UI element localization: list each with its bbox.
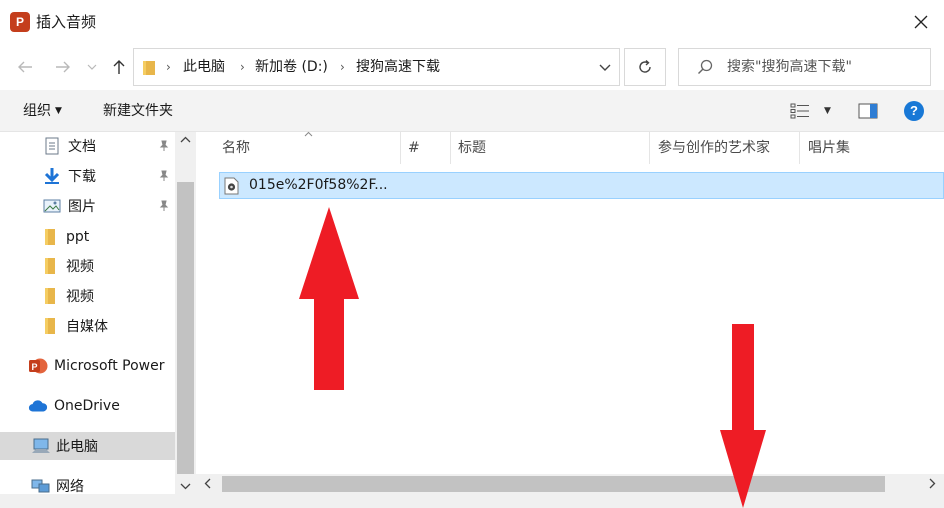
scrollbar-thumb[interactable] <box>177 182 194 474</box>
scroll-down-arrow-icon[interactable] <box>180 483 191 490</box>
back-button[interactable] <box>12 54 38 80</box>
nav-item-label: 文档 <box>68 139 96 155</box>
refresh-button[interactable] <box>624 48 666 86</box>
nav-item-label: 网络 <box>56 479 84 494</box>
pictures-icon <box>42 196 62 216</box>
caret-down-icon: ▼ <box>55 106 62 116</box>
column-header-contributing-artists[interactable]: 参与创作的艺术家 <box>650 132 800 164</box>
nav-item-label: 下载 <box>68 169 96 185</box>
download-icon <box>42 166 62 186</box>
nav-item-ppt[interactable]: ppt <box>0 223 175 251</box>
annotation-up-arrow-icon <box>299 207 359 390</box>
computer-icon <box>30 436 50 456</box>
scroll-right-arrow-icon[interactable] <box>929 478 936 489</box>
up-arrow-icon <box>113 60 125 74</box>
nav-item-videos-1[interactable]: 视频 <box>0 252 175 280</box>
new-folder-button[interactable]: 新建文件夹 <box>103 90 173 132</box>
navigation-pane: 文档 下载 图片 ppt 视频 视频 自媒体 P Microsoft Power… <box>0 132 196 494</box>
nav-item-label: 视频 <box>66 289 94 305</box>
folder-icon <box>40 227 60 247</box>
nav-item-we-media[interactable]: 自媒体 <box>0 312 175 340</box>
change-view-button[interactable]: ▼ <box>790 100 831 122</box>
nav-item-downloads[interactable]: 下载 <box>0 162 175 190</box>
breadcrumb-sogou-download[interactable]: 搜狗高速下载 <box>356 49 440 85</box>
close-icon <box>914 15 928 29</box>
scroll-up-arrow-icon[interactable] <box>180 136 191 143</box>
pin-icon <box>159 140 169 151</box>
scrollbar-thumb[interactable] <box>222 476 885 492</box>
breadcrumb-separator[interactable]: › <box>166 49 171 85</box>
chevron-down-icon <box>87 64 97 70</box>
annotation-down-arrow-icon <box>720 324 766 508</box>
address-bar[interactable]: › 此电脑 › 新加卷 (D:) › 搜狗高速下载 <box>133 48 620 86</box>
column-header-label: 名称 <box>222 140 250 156</box>
search-box[interactable] <box>678 48 931 86</box>
up-button[interactable] <box>106 54 132 80</box>
address-row: › 此电脑 › 新加卷 (D:) › 搜狗高速下载 <box>0 44 944 90</box>
breadcrumb-separator[interactable]: › <box>240 49 245 85</box>
back-arrow-icon <box>18 61 32 73</box>
recent-locations-button[interactable] <box>82 54 102 80</box>
preview-pane-button[interactable] <box>858 100 878 122</box>
navigation-pane-scrollbar[interactable] <box>175 132 196 494</box>
nav-item-label: ppt <box>66 229 90 245</box>
nav-item-network[interactable]: 网络 <box>0 472 175 494</box>
column-header-name[interactable]: 名称 <box>196 131 401 164</box>
forward-button[interactable] <box>50 54 76 80</box>
details-view-icon <box>790 103 809 119</box>
nav-item-label: 此电脑 <box>56 439 98 455</box>
powerpoint-app-icon: P <box>10 12 30 32</box>
folder-icon <box>143 61 155 75</box>
document-icon <box>42 136 62 156</box>
nav-item-label: 图片 <box>68 199 96 215</box>
nav-item-label: 视频 <box>66 259 94 275</box>
caret-down-icon: ▼ <box>824 106 831 116</box>
bottom-panel-edge <box>0 494 944 508</box>
close-button[interactable] <box>898 0 944 44</box>
help-button[interactable]: ? <box>904 101 924 121</box>
nav-item-label: OneDrive <box>54 398 120 414</box>
onedrive-icon <box>28 396 48 416</box>
nav-item-microsoft-powerpoint[interactable]: P Microsoft Power <box>0 352 175 380</box>
search-input[interactable] <box>727 49 925 85</box>
network-icon <box>30 476 50 494</box>
forward-arrow-icon <box>56 61 70 73</box>
scroll-left-arrow-icon[interactable] <box>204 478 211 489</box>
nav-item-pictures[interactable]: 图片 <box>0 192 175 220</box>
svg-text:P: P <box>31 362 37 372</box>
file-row[interactable]: 015e%2F0f58%2F... <box>219 172 944 199</box>
folder-icon <box>40 316 60 336</box>
nav-item-label: Microsoft Power <box>54 358 165 374</box>
title-bar: P 插入音频 <box>0 0 944 44</box>
folder-icon <box>40 256 60 276</box>
audio-file-icon <box>224 177 239 195</box>
pin-icon <box>159 170 169 181</box>
organize-label: 组织 <box>23 103 51 119</box>
file-name: 015e%2F0f58%2F... <box>249 177 388 193</box>
nav-item-videos-2[interactable]: 视频 <box>0 282 175 310</box>
refresh-icon <box>639 59 651 73</box>
window-title: 插入音频 <box>36 13 97 31</box>
nav-item-this-pc[interactable]: 此电脑 <box>0 432 175 460</box>
nav-item-documents[interactable]: 文档 <box>0 132 175 160</box>
column-header-track-number[interactable]: # <box>401 132 451 164</box>
breadcrumb-new-volume[interactable]: 新加卷 (D:) <box>255 49 328 85</box>
chevron-down-icon[interactable] <box>597 59 613 75</box>
sort-ascending-icon <box>304 131 313 137</box>
pin-icon <box>159 200 169 211</box>
column-header-title[interactable]: 标题 <box>451 132 651 164</box>
file-list-horizontal-scrollbar[interactable] <box>196 474 944 494</box>
powerpoint-icon: P <box>28 356 48 376</box>
preview-pane-icon <box>858 103 878 119</box>
column-header-album[interactable]: 唱片集 <box>800 132 944 164</box>
organize-button[interactable]: 组织 ▼ <box>23 90 62 132</box>
nav-item-onedrive[interactable]: OneDrive <box>0 392 175 420</box>
nav-item-label: 自媒体 <box>66 319 108 335</box>
search-icon <box>698 59 713 74</box>
breadcrumb-separator[interactable]: › <box>340 49 345 85</box>
folder-icon <box>40 286 60 306</box>
command-toolbar: 组织 ▼ 新建文件夹 ▼ <box>0 90 944 132</box>
breadcrumb-this-pc[interactable]: 此电脑 <box>183 49 225 85</box>
